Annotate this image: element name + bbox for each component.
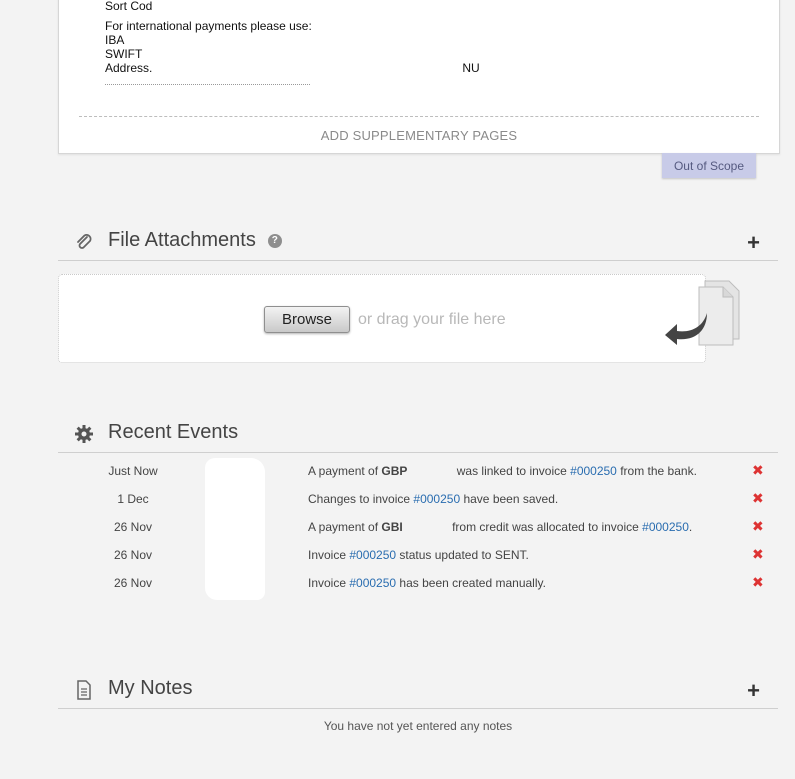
invoice-link[interactable]: #000250 xyxy=(349,548,396,562)
help-icon[interactable]: ? xyxy=(267,233,282,248)
delete-event-icon[interactable]: ✖ xyxy=(752,546,764,563)
dotted-separator xyxy=(105,84,310,85)
delete-event-icon[interactable]: ✖ xyxy=(752,574,764,591)
notes-empty-message: You have not yet entered any notes xyxy=(323,719,513,733)
invoice-link[interactable]: #000250 xyxy=(642,520,689,534)
file-attachments-header: File Attachments? + xyxy=(58,225,778,261)
event-date: 26 Nov xyxy=(113,576,153,590)
add-supplementary-pages-button[interactable]: ADD SUPPLEMENTARY PAGES xyxy=(59,128,779,143)
dashed-divider xyxy=(79,116,759,117)
event-text: . xyxy=(688,520,693,534)
event-text: has been created manually. xyxy=(396,576,546,590)
event-date: 26 Nov xyxy=(113,548,153,562)
swift-label: SWIFT xyxy=(105,47,143,61)
address-tail: NU xyxy=(462,61,480,75)
event-text: A payment of xyxy=(308,520,382,534)
delete-event-icon[interactable]: ✖ xyxy=(752,518,764,535)
sort-code-label: Sort Cod xyxy=(105,0,153,13)
gear-icon xyxy=(74,424,94,444)
event-text: Changes to invoice xyxy=(308,492,414,506)
event-row: 26 Nov Invoice #000250 status updated to … xyxy=(58,544,778,572)
recent-events-header: Recent Events xyxy=(58,417,778,453)
invoice-link[interactable]: #000250 xyxy=(413,492,460,506)
payment-details: Sort Cod For international payments plea… xyxy=(105,0,480,75)
file-drop-zone[interactable]: Browse or drag your file here xyxy=(58,274,706,363)
event-date: 26 Nov xyxy=(113,520,153,534)
delete-event-icon[interactable]: ✖ xyxy=(752,490,764,507)
add-note-button[interactable]: + xyxy=(747,678,760,704)
event-text: A payment of xyxy=(308,464,382,478)
event-message: A payment of GBP was linked to invoice #… xyxy=(308,464,697,478)
iban-label: IBA xyxy=(105,33,125,47)
drag-files-icon xyxy=(663,279,749,347)
invoice-preview-card: Sort Cod For international payments plea… xyxy=(58,0,780,154)
event-date: Just Now xyxy=(108,464,158,478)
my-notes-title: My Notes xyxy=(108,677,193,699)
my-notes-header: My Notes + xyxy=(58,673,778,709)
event-message: Changes to invoice #000250 have been sav… xyxy=(308,492,558,506)
event-currency: GBP xyxy=(381,464,408,478)
event-row: Just Now A payment of GBP was linked to i… xyxy=(58,460,778,488)
event-text: status updated to SENT. xyxy=(396,548,529,562)
event-row: 26 NovSInvoice #000250 has been created … xyxy=(58,572,778,600)
event-text: from credit was allocated to invoice xyxy=(448,520,643,534)
event-message: Invoice #000250 status updated to SENT. xyxy=(308,548,529,562)
event-date: 1 Dec xyxy=(117,492,149,506)
drag-hint-text: or drag your file here xyxy=(358,311,506,328)
document-icon xyxy=(74,680,94,700)
paperclip-icon xyxy=(74,232,94,252)
recent-events-title: Recent Events xyxy=(108,421,239,443)
invoice-link[interactable]: #000250 xyxy=(570,464,617,478)
event-row: 1 Dec Changes to invoice #000250 have bee… xyxy=(58,488,778,516)
delete-event-icon[interactable]: ✖ xyxy=(752,462,764,479)
event-text: from the bank. xyxy=(616,464,697,478)
intl-payments-label: For international payments please use: xyxy=(105,19,312,33)
add-attachment-button[interactable]: + xyxy=(747,230,760,256)
event-row: 26 Nov A payment of GBI from credit was a… xyxy=(58,516,778,544)
invoice-link[interactable]: #000250 xyxy=(349,576,396,590)
address-label: Address. xyxy=(105,61,153,75)
event-text: have been saved. xyxy=(460,492,559,506)
events-list: Just Now A payment of GBP was linked to i… xyxy=(58,460,778,600)
file-attachments-title: File Attachments? xyxy=(108,229,282,252)
browse-button[interactable]: Browse xyxy=(264,306,350,333)
event-message: A payment of GBI from credit was allocat… xyxy=(308,520,692,534)
event-text: was linked to invoice xyxy=(453,464,571,478)
user-column-mask xyxy=(205,458,265,600)
event-message: Invoice #000250 has been created manuall… xyxy=(308,576,546,590)
event-text: Invoice xyxy=(308,576,350,590)
event-currency: GBI xyxy=(381,520,403,534)
file-attachments-title-text: File Attachments xyxy=(108,229,256,251)
out-of-scope-badge[interactable]: Out of Scope xyxy=(662,153,756,178)
event-text: Invoice xyxy=(308,548,350,562)
